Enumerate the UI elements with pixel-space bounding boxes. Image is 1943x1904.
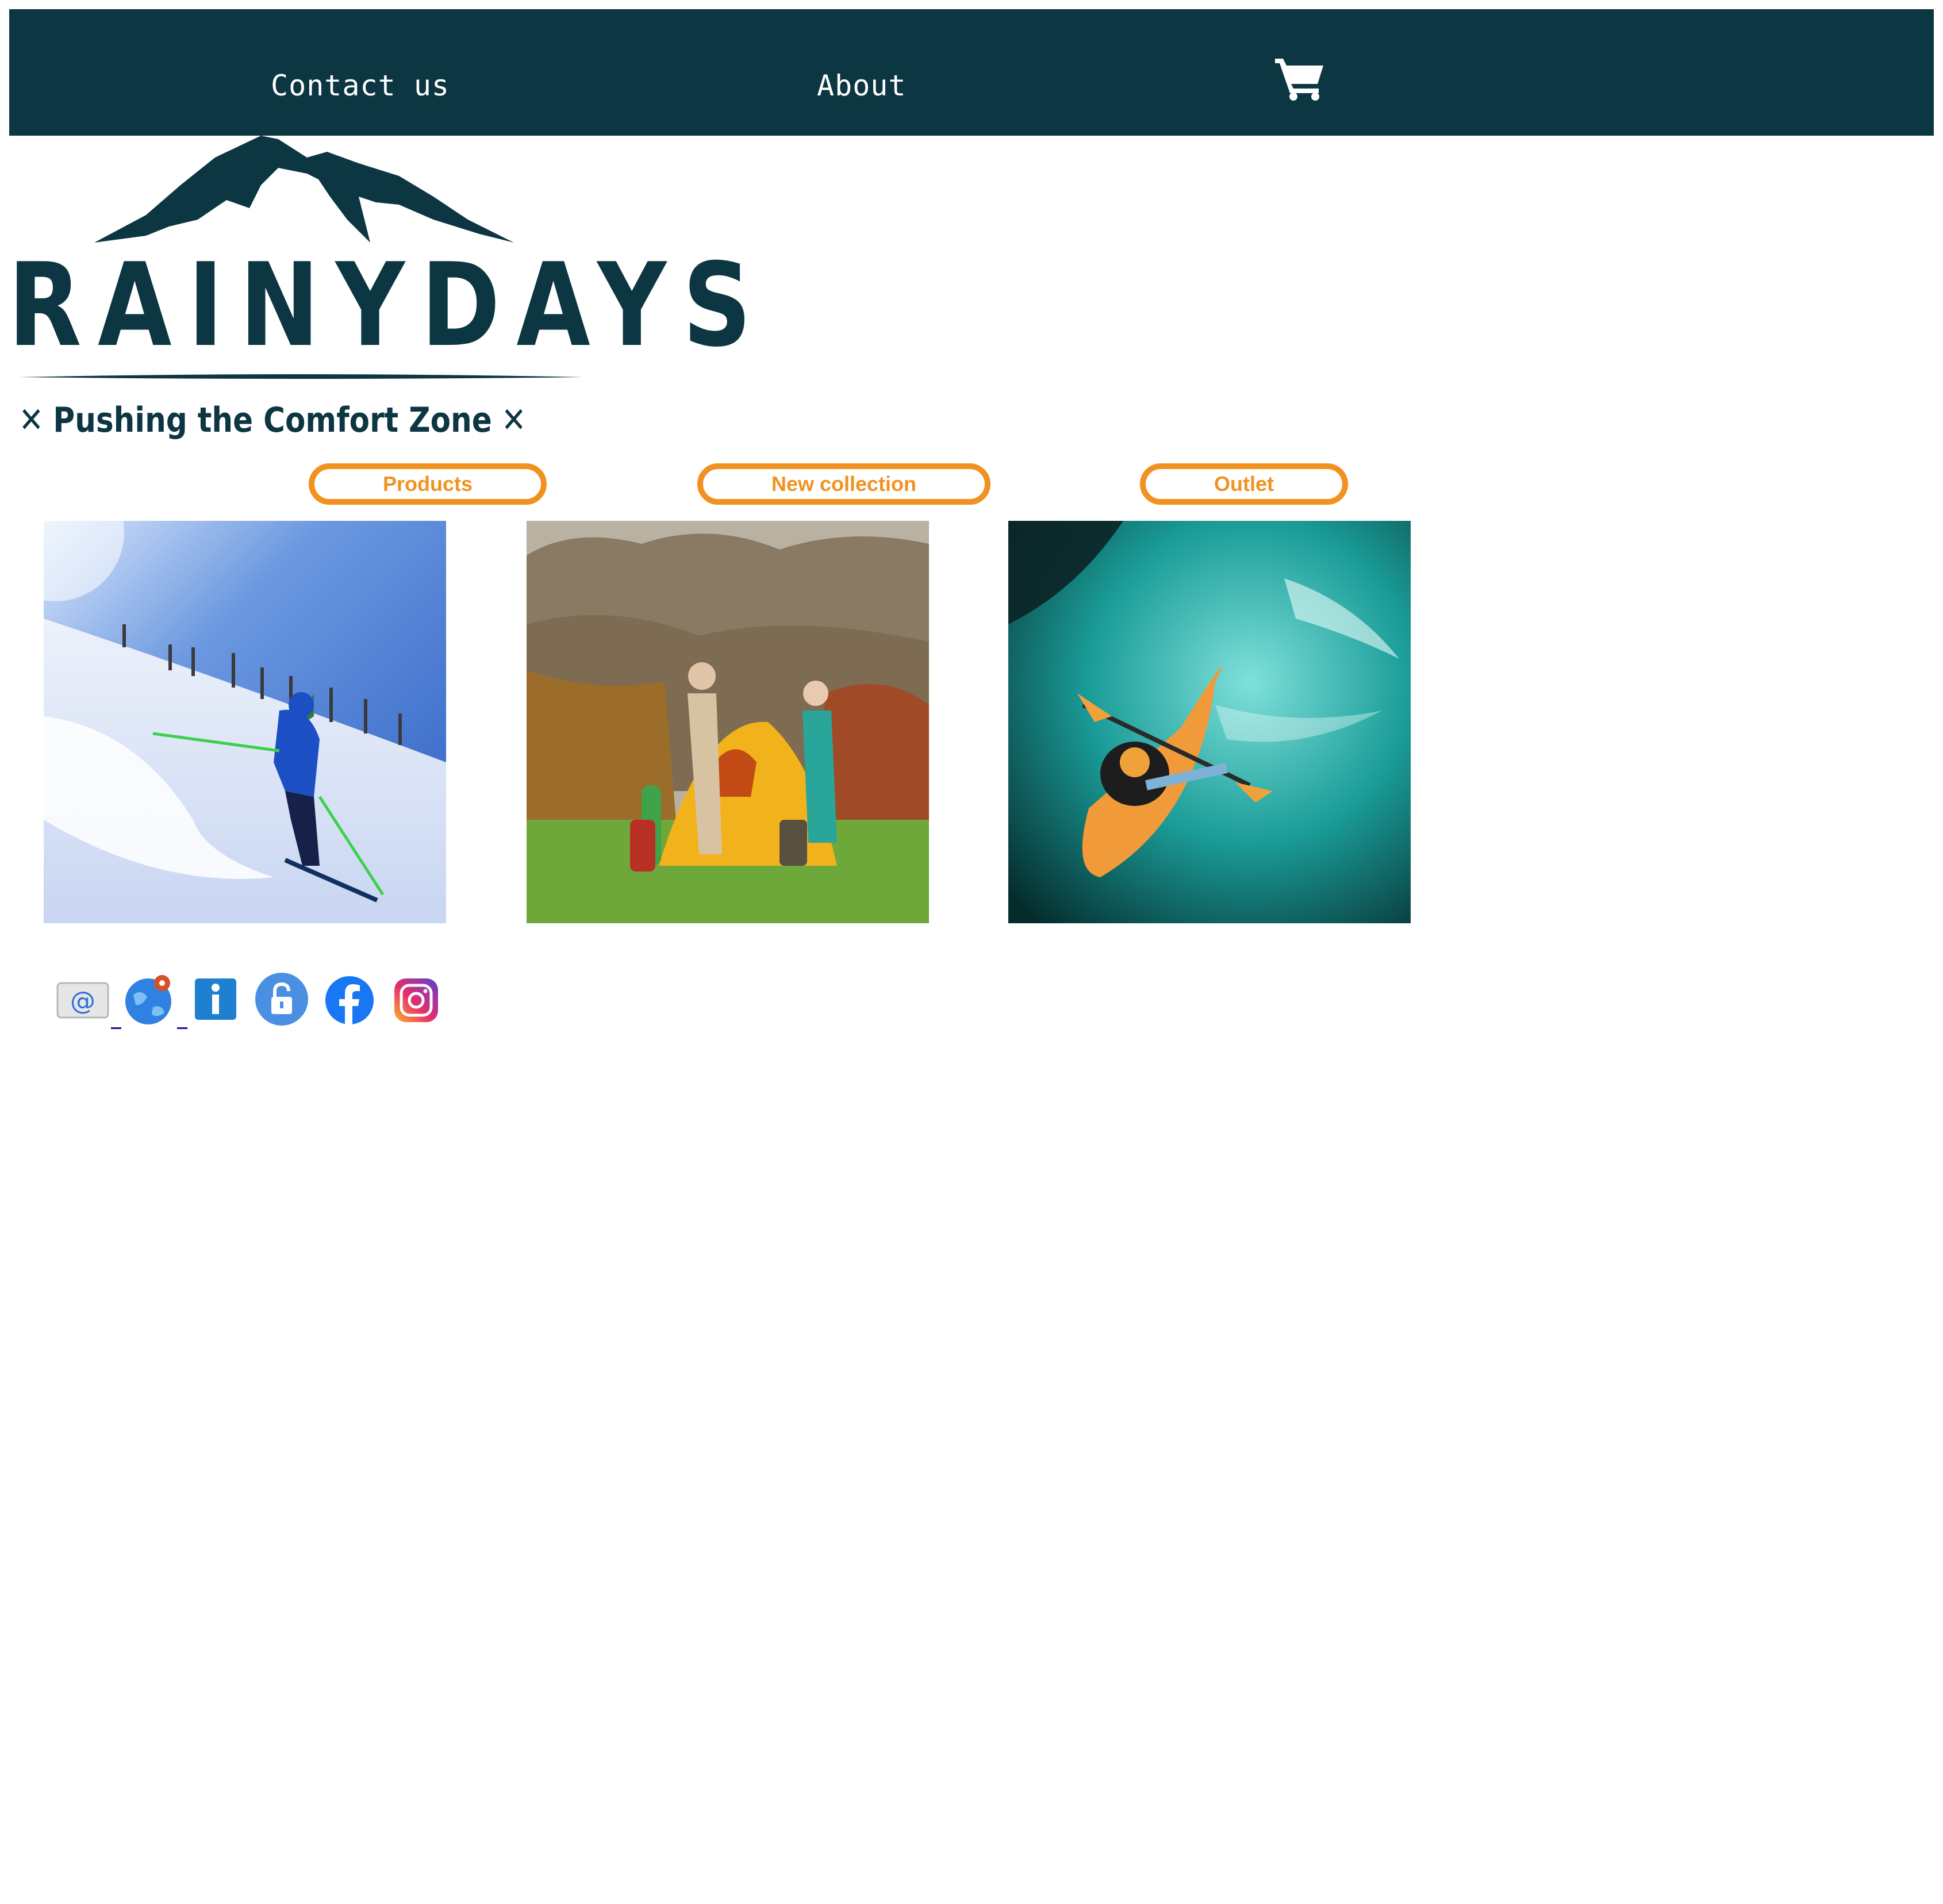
- top-nav-bar: Contact us About: [9, 9, 1934, 136]
- location-globe-icon[interactable]: [122, 972, 177, 1027]
- link-underline: [111, 1027, 121, 1029]
- new-collection-button[interactable]: New collection: [697, 463, 990, 505]
- shopping-cart-icon[interactable]: [1274, 55, 1326, 101]
- brand-logo[interactable]: RAINYDAYS ✕ Pushing the Comfort Zone ✕: [8, 133, 768, 455]
- nav-link-contact[interactable]: Contact us: [271, 66, 450, 106]
- lock-icon[interactable]: [254, 972, 309, 1027]
- outlet-button[interactable]: Outlet: [1140, 463, 1348, 505]
- facebook-icon[interactable]: [322, 972, 377, 1027]
- cross-icon: ✕: [18, 400, 53, 440]
- skier-photo[interactable]: [44, 521, 446, 923]
- link-underline: [177, 1027, 187, 1029]
- nav-link-about[interactable]: About: [817, 66, 907, 106]
- products-button[interactable]: Products: [309, 463, 547, 505]
- brand-tagline: ✕ Pushing the Comfort Zone ✕: [8, 400, 537, 440]
- kayak-photo[interactable]: [1008, 521, 1411, 923]
- mountain-logo-icon: [94, 136, 514, 243]
- tagline-text: Pushing the Comfort Zone: [53, 400, 492, 440]
- logo-rule: [20, 374, 583, 379]
- svg-text:@: @: [70, 986, 95, 1016]
- brand-wordmark: RAINYDAYS: [8, 239, 768, 373]
- cross-icon: ✕: [491, 400, 527, 440]
- camping-photo[interactable]: [527, 521, 929, 923]
- info-icon[interactable]: [188, 972, 243, 1027]
- email-icon[interactable]: @: [55, 972, 110, 1027]
- instagram-icon[interactable]: [389, 972, 444, 1027]
